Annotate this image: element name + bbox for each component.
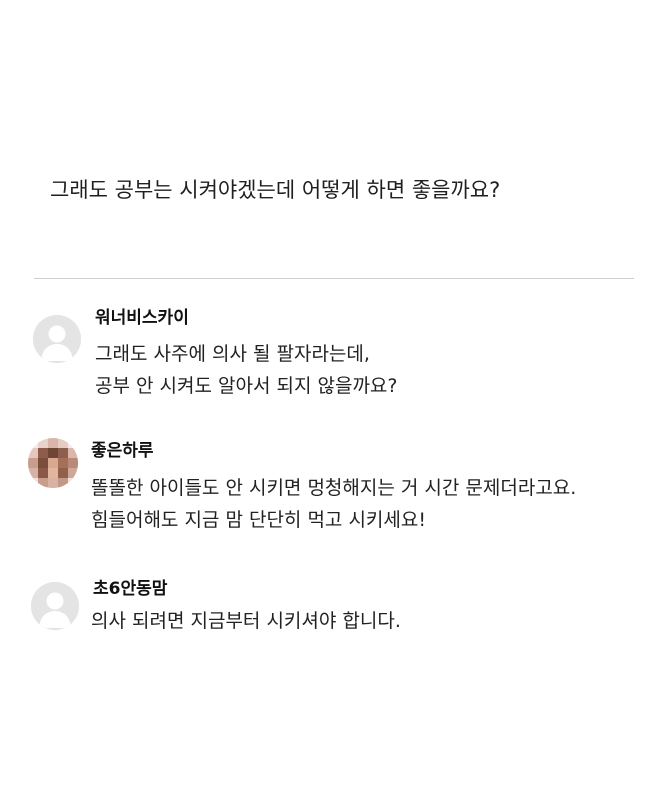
comment-line: 의사 되려면 지금부터 시키셔야 합니다. bbox=[91, 610, 401, 632]
comment-line: 힘들어해도 지금 맘 단단히 먹고 시키세요! bbox=[91, 509, 426, 531]
default-user-icon bbox=[33, 315, 81, 363]
divider bbox=[34, 278, 634, 279]
pixelated-photo-icon bbox=[28, 438, 78, 488]
comment-author[interactable]: 워너비스카이 bbox=[95, 306, 189, 330]
comment-line: 공부 안 시켜도 알아서 되지 않을까요? bbox=[95, 375, 398, 397]
comment-line: 그래도 사주에 의사 될 팔자라는데, bbox=[95, 343, 370, 365]
comment-line: 똘똘한 아이들도 안 시키면 멍청해지는 거 시간 문제더라고요. bbox=[91, 477, 577, 499]
comment-text: 의사 되려면 지금부터 시키셔야 합니다. bbox=[91, 605, 401, 637]
avatar[interactable] bbox=[33, 315, 81, 363]
comment-author[interactable]: 좋은하루 bbox=[91, 439, 154, 463]
avatar[interactable] bbox=[28, 438, 78, 488]
post-question: 그래도 공부는 시켜야겠는데 어떻게 하면 좋을까요? bbox=[50, 178, 501, 202]
comment-author[interactable]: 초6안동맘 bbox=[93, 577, 167, 601]
avatar[interactable] bbox=[31, 582, 79, 630]
comment-text: 똘똘한 아이들도 안 시키면 멍청해지는 거 시간 문제더라고요. 힘들어해도 … bbox=[91, 472, 576, 536]
default-user-icon bbox=[31, 582, 79, 630]
comment-text: 그래도 사주에 의사 될 팔자라는데, 공부 안 시켜도 알아서 되지 않을까요… bbox=[95, 338, 397, 402]
